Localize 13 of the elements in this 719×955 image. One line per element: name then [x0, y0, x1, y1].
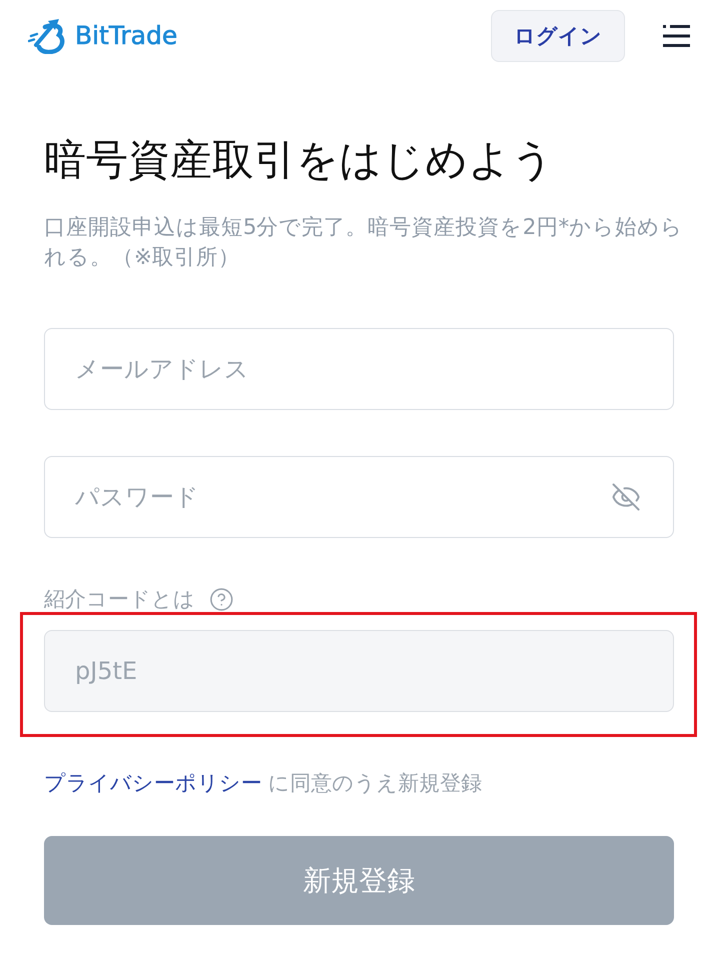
- eye-off-icon[interactable]: [611, 482, 641, 512]
- email-field[interactable]: メールアドレス: [44, 328, 674, 410]
- consent-text: プライバシーポリシー に同意のうえ新規登録: [44, 770, 483, 797]
- logo-icon: [28, 18, 66, 54]
- password-field[interactable]: パスワード: [44, 456, 674, 538]
- page-title: 暗号資産取引をはじめよう: [44, 135, 555, 185]
- help-icon[interactable]: [209, 586, 234, 612]
- referral-code-label: 紹介コードとは: [44, 586, 195, 612]
- menu-icon[interactable]: [663, 25, 690, 47]
- privacy-policy-link[interactable]: プライバシーポリシー: [44, 771, 262, 795]
- logo-text: BitTrade: [75, 21, 178, 50]
- intro-text: 口座開設申込は最短5分で完了。暗号資産投資を2円*から始められる。（※取引所）: [44, 214, 684, 272]
- login-button[interactable]: ログイン: [491, 10, 625, 62]
